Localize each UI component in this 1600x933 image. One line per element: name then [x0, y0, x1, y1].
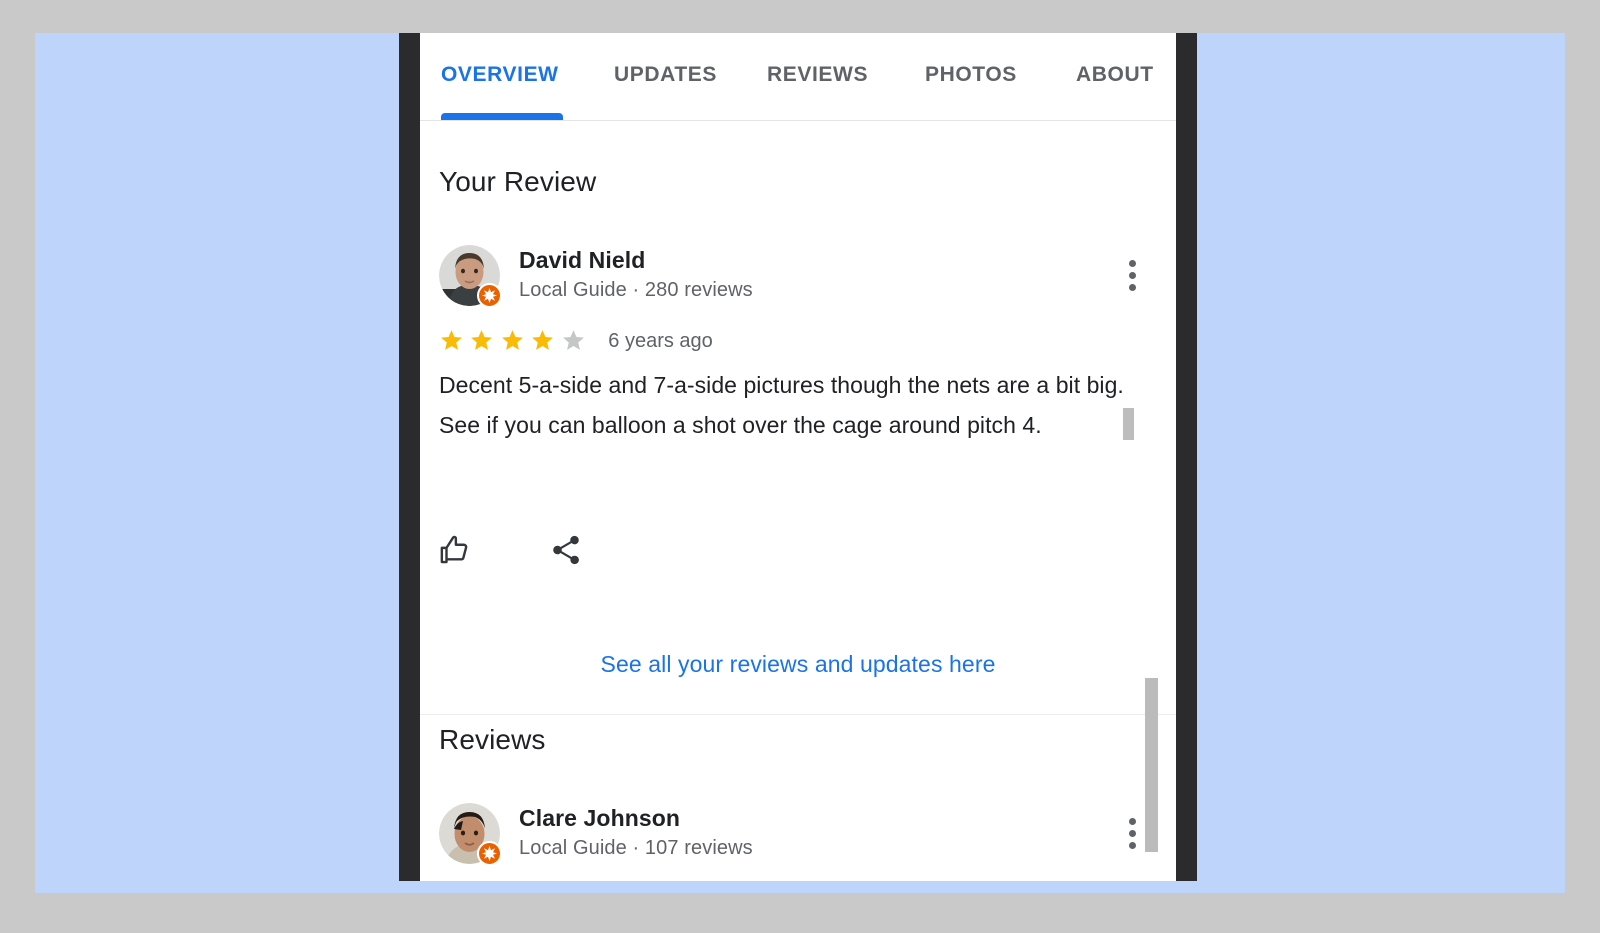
- section-divider: [420, 714, 1176, 715]
- thumbs-up-icon[interactable]: [439, 533, 481, 575]
- your-review-heading: Your Review: [439, 166, 597, 197]
- tab-reviews[interactable]: REVIEWS: [767, 63, 868, 87]
- reviewer-name: David Nield: [519, 247, 646, 273]
- see-all-reviews-link[interactable]: See all your reviews and updates here: [420, 651, 1176, 678]
- reviewer-meta: Local Guide · 107 reviews: [519, 837, 753, 859]
- tab-updates[interactable]: UPDATES: [614, 63, 717, 87]
- star-filled-icon: [441, 330, 462, 350]
- tab-about[interactable]: ABOUT: [1076, 63, 1154, 87]
- more-options-icon[interactable]: [1120, 815, 1146, 851]
- local-guide-star-badge: [477, 841, 502, 866]
- app-viewport: OVERVIEW UPDATES REVIEWS PHOTOS ABOUT Yo…: [420, 33, 1176, 881]
- overview-content: Your Review David Nield Local Guide · 28…: [420, 122, 1176, 881]
- tab-overview[interactable]: OVERVIEW: [441, 63, 559, 87]
- star-empty-icon: [562, 330, 584, 350]
- device-frame-left-bar: [399, 33, 420, 881]
- review-body-text: Decent 5-a-side and 7-a-side pictures th…: [439, 372, 1124, 438]
- star-filled-icon: [532, 330, 554, 350]
- your-review-header: David Nield Local Guide · 280 reviews: [439, 245, 1157, 308]
- screenshot-canvas: OVERVIEW UPDATES REVIEWS PHOTOS ABOUT Yo…: [0, 0, 1600, 933]
- reviewer-meta: Local Guide · 280 reviews: [519, 279, 753, 301]
- review-actions: [439, 533, 639, 575]
- tab-photos[interactable]: PHOTOS: [925, 63, 1017, 87]
- rating-row: 6 years ago: [439, 328, 713, 356]
- tab-bar: OVERVIEW UPDATES REVIEWS PHOTOS ABOUT: [420, 33, 1176, 121]
- page-scrollbar-thumb[interactable]: [1145, 678, 1158, 852]
- star-rating: [439, 328, 587, 353]
- review-age: 6 years ago: [608, 330, 713, 352]
- reviewer-name: Clare Johnson: [519, 805, 681, 831]
- review-header: Clare Johnson Local Guide · 107 reviews: [439, 803, 1157, 866]
- active-tab-indicator: [441, 113, 563, 120]
- review-text-scrollbar-thumb[interactable]: [1123, 408, 1134, 440]
- local-guide-star-badge: [477, 283, 502, 308]
- star-filled-icon: [471, 330, 493, 350]
- star-filled-icon: [501, 330, 523, 350]
- device-frame-right-bar: [1176, 33, 1197, 881]
- more-options-icon[interactable]: [1120, 257, 1146, 293]
- share-icon[interactable]: [549, 533, 591, 575]
- reviews-heading: Reviews: [439, 724, 546, 755]
